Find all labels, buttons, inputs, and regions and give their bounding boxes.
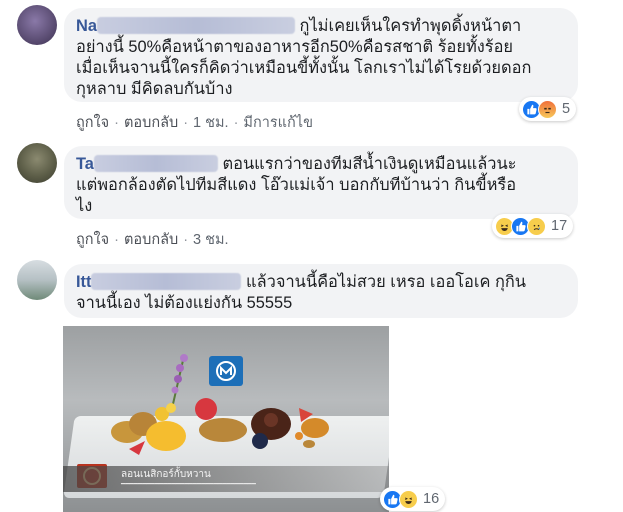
comment-text-line: จานนี้เอง ไม่ต้องแย่งกัน 55555 [76, 294, 293, 312]
separator-dot: · [114, 115, 119, 131]
comment-text-line: แล้วจานนี้คือไม่สวย เหรอ เออโอเค กุกิน [246, 273, 527, 291]
comment-text-line: กุหลาบ มีคิดลบกันบ้าง [76, 80, 233, 98]
comment-actions: ถูกใจ · ตอบกลับ · 3 ชม. [76, 228, 229, 251]
commenter-name-text: Ta [76, 155, 94, 173]
reaction-summary[interactable]: 17 [492, 214, 574, 238]
reaction-summary[interactable]: 5 [519, 97, 577, 121]
name-redaction [91, 273, 242, 290]
sad-icon [527, 216, 546, 236]
reply-link[interactable]: ตอบกลับ [124, 115, 178, 131]
comment-text-line: ตอนแรกว่าของทีมสีน้ำเงินดูเหมือนแล้วนะ [222, 155, 517, 173]
commenter-name[interactable]: Na [76, 17, 300, 35]
angry-icon [538, 99, 557, 119]
like-link[interactable]: ถูกใจ [76, 115, 109, 131]
reaction-count: 16 [423, 491, 440, 507]
reaction-summary[interactable]: 16 [380, 487, 446, 511]
separator-dot: · [114, 232, 119, 248]
avatar[interactable] [17, 143, 57, 183]
comment-actions: ถูกใจ · ตอบกลับ · 1 ชม. · มีการแก้ไข [76, 111, 313, 134]
separator-dot: · [183, 115, 189, 131]
reaction-count: 17 [551, 218, 568, 234]
reaction-count: 5 [562, 101, 571, 117]
comment-bubble: Itt แล้วจานนี้คือไม่สวย เหรอ เออโอเค กุก… [64, 264, 578, 318]
commenter-name-text: Itt [76, 273, 92, 291]
haha-icon [399, 489, 418, 509]
tv-caption-subline: ━━━━━━━━━━━━━━━━━━━━━━━━━━━━━━━━ [121, 481, 256, 488]
separator-dot: · [183, 232, 189, 248]
comment-bubble: Na กูไม่เคยเห็นใครทำพุดดิ้งหน้าตา อย่างน… [64, 8, 578, 102]
comment-bubble: Ta ตอนแรกว่าของทีมสีน้ำเงินดูเหมือนแล้วน… [64, 146, 578, 219]
comment-text-line: แต่พอกล้องตัดไปทีมสีแดง โอ๊วแม่เจ้า บอกก… [76, 176, 517, 194]
tv-caption-band [63, 466, 389, 492]
timestamp[interactable]: 3 ชม. [193, 232, 229, 248]
edited-label[interactable]: มีการแก้ไข [243, 115, 313, 131]
commenter-name[interactable]: Itt [76, 273, 246, 291]
comment-text-line: กูไม่เคยเห็นใครทำพุดดิ้งหน้าตา [299, 17, 522, 35]
comment-text-line: อย่างนี้ 50%คือหน้าตาของอาหารอีก50%คือรส… [76, 38, 514, 56]
commenter-name-text: Na [76, 17, 97, 35]
comment-text-line: ไง [76, 197, 93, 215]
separator-dot: · [233, 115, 239, 131]
avatar[interactable] [17, 260, 57, 300]
like-link[interactable]: ถูกใจ [76, 232, 109, 248]
comment-text-line: เมื่อเห็นจานนี้ใครก็คิดว่าเหมือนขี้ทั้งน… [76, 59, 532, 77]
name-redaction [96, 17, 295, 34]
attached-photo[interactable]: ลอนเนสิกอร์กั้บหวาน ━━━━━━━━━━━━━━━━━━━━… [63, 326, 389, 512]
avatar[interactable] [17, 5, 57, 45]
commenter-name[interactable]: Ta [76, 155, 222, 173]
reply-link[interactable]: ตอบกลับ [124, 232, 178, 248]
timestamp[interactable]: 1 ชม. [193, 115, 229, 131]
name-redaction [93, 155, 218, 172]
